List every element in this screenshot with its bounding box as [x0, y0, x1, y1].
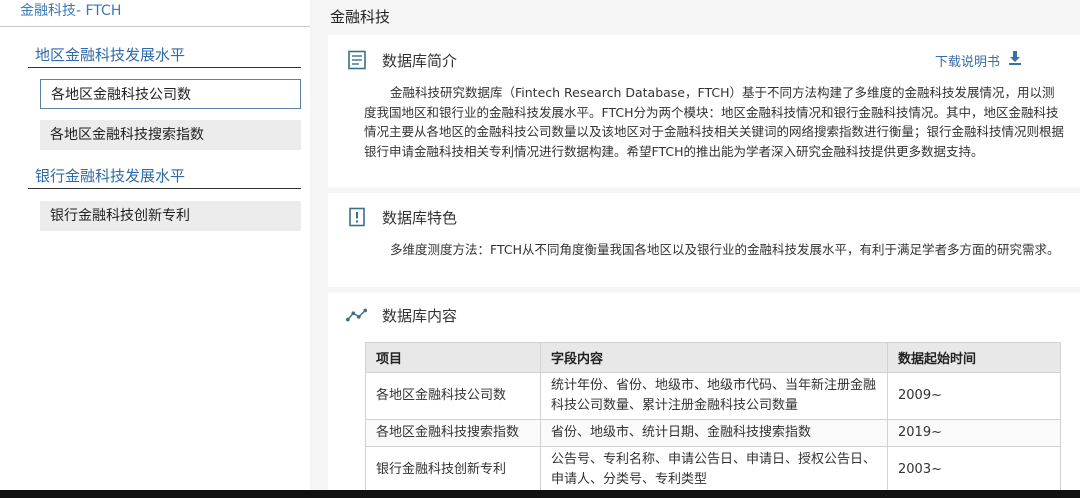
column-header: 字段内容	[540, 342, 888, 373]
table-cell: 统计年份、省份、地级市、地级市代码、当年新注册金融科技公司数量、累计注册金融科技…	[540, 372, 888, 420]
sidebar-item-regional-search-index[interactable]: 各地区金融科技搜索指数	[40, 120, 301, 150]
document-icon	[346, 49, 368, 71]
download-icon	[1008, 50, 1022, 70]
sidebar-section-regional[interactable]: 地区金融科技发展水平	[35, 44, 185, 65]
sidebar-item-regional-company-count[interactable]: 各地区金融科技公司数	[40, 79, 301, 109]
column-header: 数据起始时间	[887, 342, 1061, 373]
table-cell: 2003~	[887, 446, 1061, 494]
divider	[28, 67, 301, 68]
download-manual-button[interactable]: 下载说明书	[935, 50, 1022, 70]
bottom-bar	[0, 490, 1080, 498]
content-table: 项目 字段内容 数据起始时间 各地区金融科技公司数 统计年份、省份、地级市、地级…	[365, 342, 1061, 494]
features-text: 多维度测度方法：FTCH从不同角度衡量我国各地区以及银行业的金融科技发展水平，有…	[390, 242, 1060, 257]
sidebar-title: 金融科技- FTCH	[20, 3, 122, 19]
features-heading: 数据库特色	[346, 206, 457, 228]
table-row: 银行金融科技创新专利 公告号、专利名称、申请公告日、申请日、授权公告日、申请人、…	[365, 446, 1061, 494]
table-cell: 省份、地级市、统计日期、金融科技搜索指数	[540, 419, 888, 447]
intro-text: 金融科技研究数据库（Fintech Research Database，FTCH…	[364, 85, 1065, 159]
trend-line-icon	[346, 304, 368, 326]
table-cell: 各地区金融科技公司数	[365, 372, 541, 420]
intro-heading: 数据库简介	[346, 49, 457, 71]
intro-heading-text: 数据库简介	[382, 51, 458, 70]
divider	[0, 26, 310, 27]
features-heading-text: 数据库特色	[382, 208, 458, 227]
sidebar: 金融科技- FTCH 地区金融科技发展水平 各地区金融科技公司数 各地区金融科技…	[0, 0, 310, 498]
table-cell: 银行金融科技创新专利	[365, 446, 541, 494]
content-heading: 数据库内容	[346, 304, 457, 326]
table-cell: 各地区金融科技搜索指数	[365, 419, 541, 447]
column-header: 项目	[365, 342, 541, 373]
sidebar-item-bank-patents[interactable]: 银行金融科技创新专利	[40, 201, 301, 231]
table-header-row: 项目 字段内容 数据起始时间	[365, 342, 1061, 373]
page-title: 金融科技	[330, 8, 391, 26]
main-content: 金融科技 数据库简介 下载说明书 金融科技研究数据库（Fintech Resea…	[310, 0, 1080, 498]
table-cell: 公告号、专利名称、申请公告日、申请日、授权公告日、申请人、分类号、专利类型	[540, 446, 888, 494]
download-label: 下载说明书	[934, 54, 1000, 70]
intro-card: 数据库简介 下载说明书 金融科技研究数据库（Fintech Research D…	[328, 35, 1080, 187]
sidebar-section-bank[interactable]: 银行金融科技发展水平	[35, 165, 185, 186]
features-card: 数据库特色 多维度测度方法：FTCH从不同角度衡量我国各地区以及银行业的金融科技…	[328, 193, 1080, 287]
info-icon	[346, 206, 368, 228]
table-cell: 2009~	[887, 372, 1061, 420]
table-row: 各地区金融科技公司数 统计年份、省份、地级市、地级市代码、当年新注册金融科技公司…	[365, 372, 1061, 420]
table-cell: 2019~	[887, 419, 1061, 447]
divider	[28, 188, 301, 189]
content-heading-text: 数据库内容	[382, 306, 458, 325]
table-row: 各地区金融科技搜索指数 省份、地级市、统计日期、金融科技搜索指数 2019~	[365, 419, 1061, 447]
